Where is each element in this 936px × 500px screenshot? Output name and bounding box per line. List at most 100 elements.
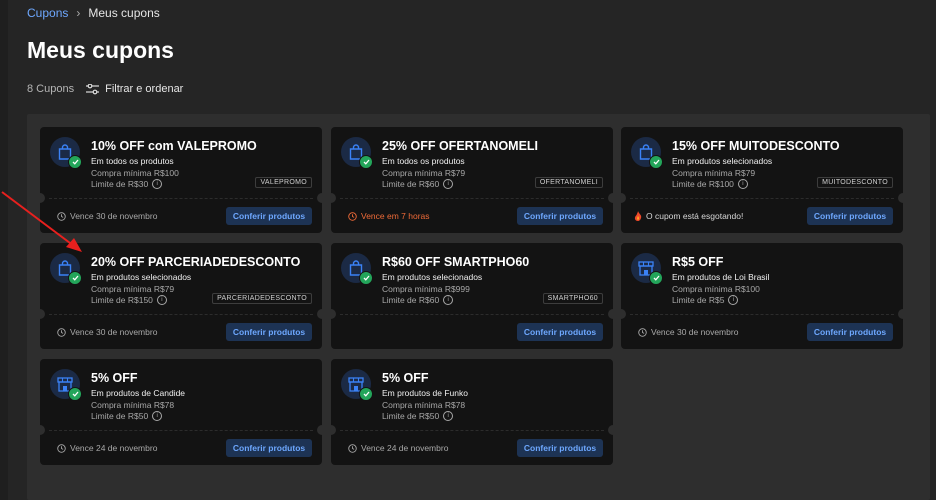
expiry-note: Vence 24 de novembro <box>348 443 448 453</box>
view-products-button[interactable]: Conferir produtos <box>517 207 603 225</box>
check-icon <box>68 155 82 169</box>
coupon-count: 8 Cupons <box>27 83 75 95</box>
coupon-scope: Em todos os produtos <box>91 156 174 166</box>
breadcrumb-current: Meus cupons <box>88 6 160 20</box>
coupon-min-purchase: Compra mínima R$100 <box>672 284 760 294</box>
coupon-card: R$60 OFF SMARTPHO60 Em produtos seleciona… <box>331 243 613 349</box>
coupon-title: 20% OFF PARCERIADEDESCONTO <box>91 255 301 269</box>
check-icon <box>68 271 82 285</box>
expiry-note: Vence 24 de novembro <box>57 443 157 453</box>
coupon-limit: Limite de R$60 i <box>382 295 454 305</box>
expiry-note: Vence em 7 horas <box>348 211 430 221</box>
info-icon[interactable]: i <box>443 295 454 305</box>
check-icon <box>359 387 373 401</box>
check-icon <box>649 155 663 169</box>
divider <box>49 430 313 431</box>
info-icon[interactable]: i <box>737 179 748 189</box>
divider <box>49 314 313 315</box>
coupon-icon <box>50 369 84 403</box>
view-products-button[interactable]: Conferir produtos <box>226 439 312 457</box>
coupon-limit: Limite de R$100 i <box>672 179 748 189</box>
check-icon <box>649 271 663 285</box>
coupon-min-purchase: Compra mínima R$78 <box>382 400 466 410</box>
coupon-icon <box>50 253 84 287</box>
coupon-title: 25% OFF OFERTANOMELI <box>382 139 539 153</box>
coupon-limit-text: Limite de R$5 <box>672 295 725 305</box>
stock-warning: O cupom está esgotando! <box>634 211 743 221</box>
coupon-scope: Em produtos de Candide <box>91 388 186 398</box>
coupon-scope: Em produtos selecionados <box>91 272 192 282</box>
expiry-note: Vence 30 de novembro <box>57 327 157 337</box>
coupon-icon <box>631 253 665 287</box>
info-icon[interactable]: i <box>728 295 739 305</box>
coupon-title: 10% OFF com VALEPROMO <box>91 139 257 153</box>
coupon-card: 5% OFF Em produtos de Funko Compra mínima … <box>331 359 613 465</box>
divider <box>340 198 604 199</box>
clock-icon <box>57 327 66 337</box>
filter-sort-button[interactable]: Filtrar e ordenar <box>86 83 183 95</box>
coupon-min-purchase: Compra mínima R$999 <box>382 284 470 294</box>
stock-warning-text: O cupom está esgotando! <box>646 211 744 221</box>
check-icon <box>68 387 82 401</box>
coupon-card: 15% OFF MUITODESCONTO Em produtos selecio… <box>621 127 903 233</box>
coupon-scope: Em produtos de Funko <box>382 388 468 398</box>
breadcrumb-link-cupons[interactable]: Cupons <box>27 6 68 20</box>
coupon-card: 25% OFF OFERTANOMELI Em todos os produtos… <box>331 127 613 233</box>
coupon-min-purchase: Compra mínima R$100 <box>91 168 179 178</box>
coupon-scope: Em produtos selecionados <box>382 272 483 282</box>
info-icon[interactable]: i <box>156 295 167 305</box>
coupon-limit-text: Limite de R$150 <box>91 295 153 305</box>
info-icon[interactable]: i <box>443 411 454 421</box>
expiry-text: Vence 30 de novembro <box>651 327 739 337</box>
clock-icon <box>348 443 357 453</box>
coupon-card: 5% OFF Em produtos de Candide Compra mínim… <box>40 359 322 465</box>
coupon-limit: Limite de R$60 i <box>382 179 454 189</box>
toolbar: 8 Cupons Filtrar e ordenar <box>27 83 183 95</box>
coupon-limit: Limite de R$150 i <box>91 295 167 305</box>
clock-icon <box>348 211 357 221</box>
divider <box>340 430 604 431</box>
check-icon <box>359 155 373 169</box>
coupon-title: 5% OFF <box>382 371 429 385</box>
expiry-text: Vence 30 de novembro <box>70 327 158 337</box>
coupon-icon <box>341 137 375 171</box>
filter-sort-label: Filtrar e ordenar <box>105 83 184 95</box>
coupon-icon <box>341 253 375 287</box>
page-title: Meus cupons <box>27 37 174 63</box>
coupon-min-purchase: Compra mínima R$79 <box>672 168 756 178</box>
view-products-button[interactable]: Conferir produtos <box>517 323 603 341</box>
info-icon[interactable]: i <box>152 411 163 421</box>
view-products-button[interactable]: Conferir produtos <box>807 323 893 341</box>
breadcrumb: Cupons › Meus cupons <box>27 6 160 20</box>
coupon-scope: Em produtos de Loi Brasil <box>672 272 770 282</box>
coupon-min-purchase: Compra mínima R$78 <box>91 400 175 410</box>
expiry-text: Vence em 7 horas <box>361 211 430 221</box>
view-products-button[interactable]: Conferir produtos <box>226 323 312 341</box>
coupon-title: 5% OFF <box>91 371 138 385</box>
divider <box>340 314 604 315</box>
coupon-icon <box>341 369 375 403</box>
coupon-card: R$5 OFF Em produtos de Loi Brasil Compra m… <box>621 243 903 349</box>
info-icon[interactable]: i <box>152 179 163 189</box>
coupon-scope: Em todos os produtos <box>382 156 465 166</box>
coupon-title: 15% OFF MUITODESCONTO <box>672 139 840 153</box>
coupon-min-purchase: Compra mínima R$79 <box>382 168 466 178</box>
coupon-card: 20% OFF PARCERIADEDESCONTO Em produtos se… <box>40 243 322 349</box>
check-icon <box>359 271 373 285</box>
coupon-code: SMARTPHO60 <box>542 293 603 304</box>
sliders-icon <box>86 83 100 94</box>
fire-icon <box>634 211 642 221</box>
divider <box>630 314 894 315</box>
coupon-limit-text: Limite de R$30 <box>91 179 149 189</box>
view-products-button[interactable]: Conferir produtos <box>226 207 312 225</box>
view-products-button[interactable]: Conferir produtos <box>807 207 893 225</box>
coupon-scope: Em produtos selecionados <box>672 156 773 166</box>
coupon-title: R$60 OFF SMARTPHO60 <box>382 255 530 269</box>
clock-icon <box>57 443 66 453</box>
coupon-code: PARCERIADEDESCONTO <box>212 293 312 304</box>
coupon-code: OFERTANOMELI <box>534 177 603 188</box>
info-icon[interactable]: i <box>443 179 454 189</box>
coupon-limit-text: Limite de R$60 <box>382 179 440 189</box>
view-products-button[interactable]: Conferir produtos <box>517 439 603 457</box>
coupon-limit: Limite de R$5 i <box>672 295 739 305</box>
